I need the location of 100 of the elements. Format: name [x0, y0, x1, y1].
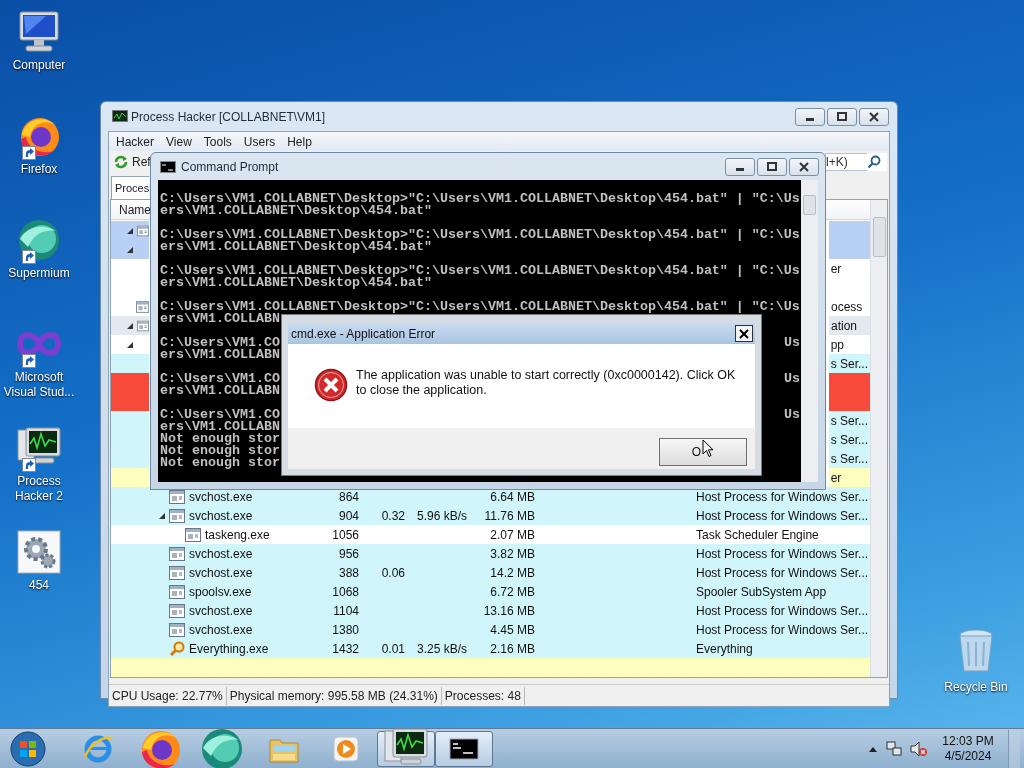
console-icon — [449, 737, 479, 760]
row-strip[interactable] — [111, 221, 149, 240]
table-cell-text: 4.45 MB — [490, 621, 535, 639]
table-cell-text: ocess — [831, 298, 863, 316]
table-cell-text: ation — [831, 317, 858, 335]
menu-item[interactable]: Help — [282, 132, 317, 151]
icon-label: Recycle Bin — [944, 679, 1008, 696]
expand-arrow-icon[interactable] — [127, 341, 133, 348]
menu-item[interactable]: Tools — [198, 132, 237, 151]
table-cell-text: Host Process for Windows Ser... — [696, 545, 869, 563]
expand-arrow-icon[interactable] — [127, 227, 133, 234]
console-text: C:\Users\VM1.COLLABNET\Desktop>"C:\Users\VM1.COLLABNET\Desktop\454.bat" | "C:\Us — [160, 301, 800, 313]
computer-icon[interactable] — [16, 10, 62, 54]
table-cell-text: Host Process for Windows Ser... — [696, 507, 869, 525]
console-text: C:\Users\VM1.COLLABNET\Desktop>"C:\Users\VM1.COLLABNET\Desktop\454.bat" | "C:\Us — [160, 229, 800, 241]
minimize-icon — [736, 168, 744, 171]
console-text: Us — [784, 337, 800, 349]
maximize-icon — [767, 162, 777, 171]
row-strip[interactable]: s Ser... — [828, 354, 870, 373]
error-icon — [314, 368, 348, 402]
table-cell-text: pp — [830, 336, 844, 354]
taskbar-button[interactable] — [377, 730, 435, 767]
console-text: C:\Users\VM1.COLLABNET\Desktop>"C:\Users\VM1.COLLABNET\Desktop\454.bat" | "C:\Us — [160, 265, 800, 277]
table-row[interactable]: svchost.exe 956 3.82 MB Host Process for Windows Ser... — [111, 544, 870, 563]
table-row[interactable]: svchost.exe 904 0.32 5.96 kB/s 11.76 MB Host Process for Windows Ser... — [111, 506, 870, 525]
table-cell-text: 0.01 — [381, 640, 405, 658]
row-strip[interactable] — [828, 392, 870, 411]
icon-label: Process Hacker 2 — [14, 474, 64, 504]
icon-label: Supermium — [7, 266, 71, 281]
row-strip[interactable]: ation — [829, 316, 870, 335]
menu-item[interactable]: Hacker — [111, 132, 159, 151]
table-cell-text: 864 — [338, 488, 359, 506]
console-icon — [160, 160, 176, 173]
magnifier-icon — [169, 640, 185, 657]
row-strip[interactable]: er — [828, 468, 870, 487]
table-cell-text: Host Process for Windows Ser... — [696, 488, 869, 506]
clock-date[interactable]: 4/5/2024 — [944, 748, 992, 764]
tab[interactable]: Proces — [111, 176, 150, 199]
window-icon — [169, 508, 185, 523]
table-cell-text: 956 — [338, 545, 359, 563]
gears-icon[interactable] — [17, 530, 61, 574]
row-strip[interactable]: s Ser... — [828, 411, 870, 430]
column-header[interactable]: Name — [119, 200, 151, 219]
console-text: Not enough stor — [160, 457, 280, 469]
play-icon — [331, 733, 361, 764]
close-icon — [739, 328, 749, 339]
minimize-icon — [806, 118, 814, 121]
table-cell-text: svchost.exe — [189, 564, 253, 582]
table-cell-text: er — [830, 469, 842, 487]
console-text: ers\VM1.COLLABNET\Desktop\454.bat" — [160, 241, 432, 253]
expand-arrow-icon[interactable] — [159, 512, 165, 519]
table-cell-text: svchost.exe — [189, 545, 253, 563]
table-cell-text: 13.16 MB — [483, 602, 535, 620]
close-button[interactable] — [859, 107, 889, 126]
table-cell-text: 11.76 MB — [484, 507, 535, 525]
maximize-button[interactable] — [757, 157, 787, 176]
window-icon — [169, 489, 185, 504]
maximize-button[interactable] — [827, 107, 857, 126]
row-strip[interactable] — [828, 373, 870, 392]
cursor-icon — [702, 438, 715, 458]
console-text: ers\VM1.COLLABN — [160, 313, 280, 325]
menu-item[interactable]: View — [161, 132, 197, 151]
console-text: C:\Users\VM1.COLLABNET\Desktop>"C:\Users\VM1.COLLABNET\Desktop\454.bat" | "C:\Us — [160, 193, 800, 205]
table-cell-text: 1432 — [332, 640, 359, 658]
row-strip[interactable] — [111, 316, 149, 335]
table-cell-text: 1104 — [333, 602, 359, 620]
row-strip[interactable] — [111, 240, 149, 259]
status-text: Processes: 48 — [441, 686, 525, 705]
row-strip[interactable]: s Ser... — [828, 449, 870, 468]
expand-arrow-icon[interactable] — [127, 322, 133, 329]
table-row[interactable]: svchost.exe 1380 4.45 MB Host Process for Windows Ser... — [111, 620, 870, 639]
scrollbar[interactable] — [870, 200, 887, 677]
table-row[interactable]: Everything.exe 1432 0.01 3.25 kB/s 2.16 MB Everything — [111, 639, 870, 658]
row-strip[interactable]: s Ser... — [828, 430, 870, 449]
icon-label: 454 — [28, 578, 50, 593]
table-row[interactable]: svchost.exe 1104 13.16 MB Host Process for Windows Ser... — [111, 601, 870, 620]
expand-arrow-icon[interactable] — [127, 246, 133, 253]
console-text: ers\VM1.COLLABN — [160, 385, 280, 397]
table-cell-text: 3.25 kB/s — [416, 640, 467, 658]
clock-time[interactable]: 12:03 PM — [942, 733, 994, 749]
menu-item[interactable]: Users — [238, 132, 281, 151]
muted-speaker-icon[interactable] — [910, 740, 928, 757]
scrollbar[interactable] — [801, 180, 818, 482]
console-text: C:\Users\VM1.CO — [160, 409, 280, 421]
console-text: ers\VM1.COLLABN — [160, 421, 280, 433]
minimize-button[interactable] — [725, 157, 755, 176]
table-cell-text: 14.2 MB — [490, 564, 535, 582]
taskbar-button[interactable] — [435, 730, 493, 767]
search-field[interactable]: l+K) — [825, 153, 867, 171]
table-row[interactable]: spoolsv.exe 1068 6.72 MB Spooler SubSystem App — [111, 582, 870, 601]
table-row[interactable]: svchost.exe 388 0.06 14.2 MB Host Process for Windows Ser... — [111, 563, 870, 582]
start-button[interactable] — [9, 729, 47, 768]
close-button[interactable] — [789, 157, 819, 176]
close-icon — [869, 111, 879, 122]
dialog-title: cmd.exe - Application Error — [291, 325, 436, 343]
ok-button[interactable]: O — [659, 438, 747, 466]
minimize-button[interactable] — [795, 107, 825, 126]
close-button[interactable] — [735, 325, 753, 342]
network-icon[interactable] — [886, 740, 902, 757]
table-cell-text: Everything — [696, 640, 753, 658]
